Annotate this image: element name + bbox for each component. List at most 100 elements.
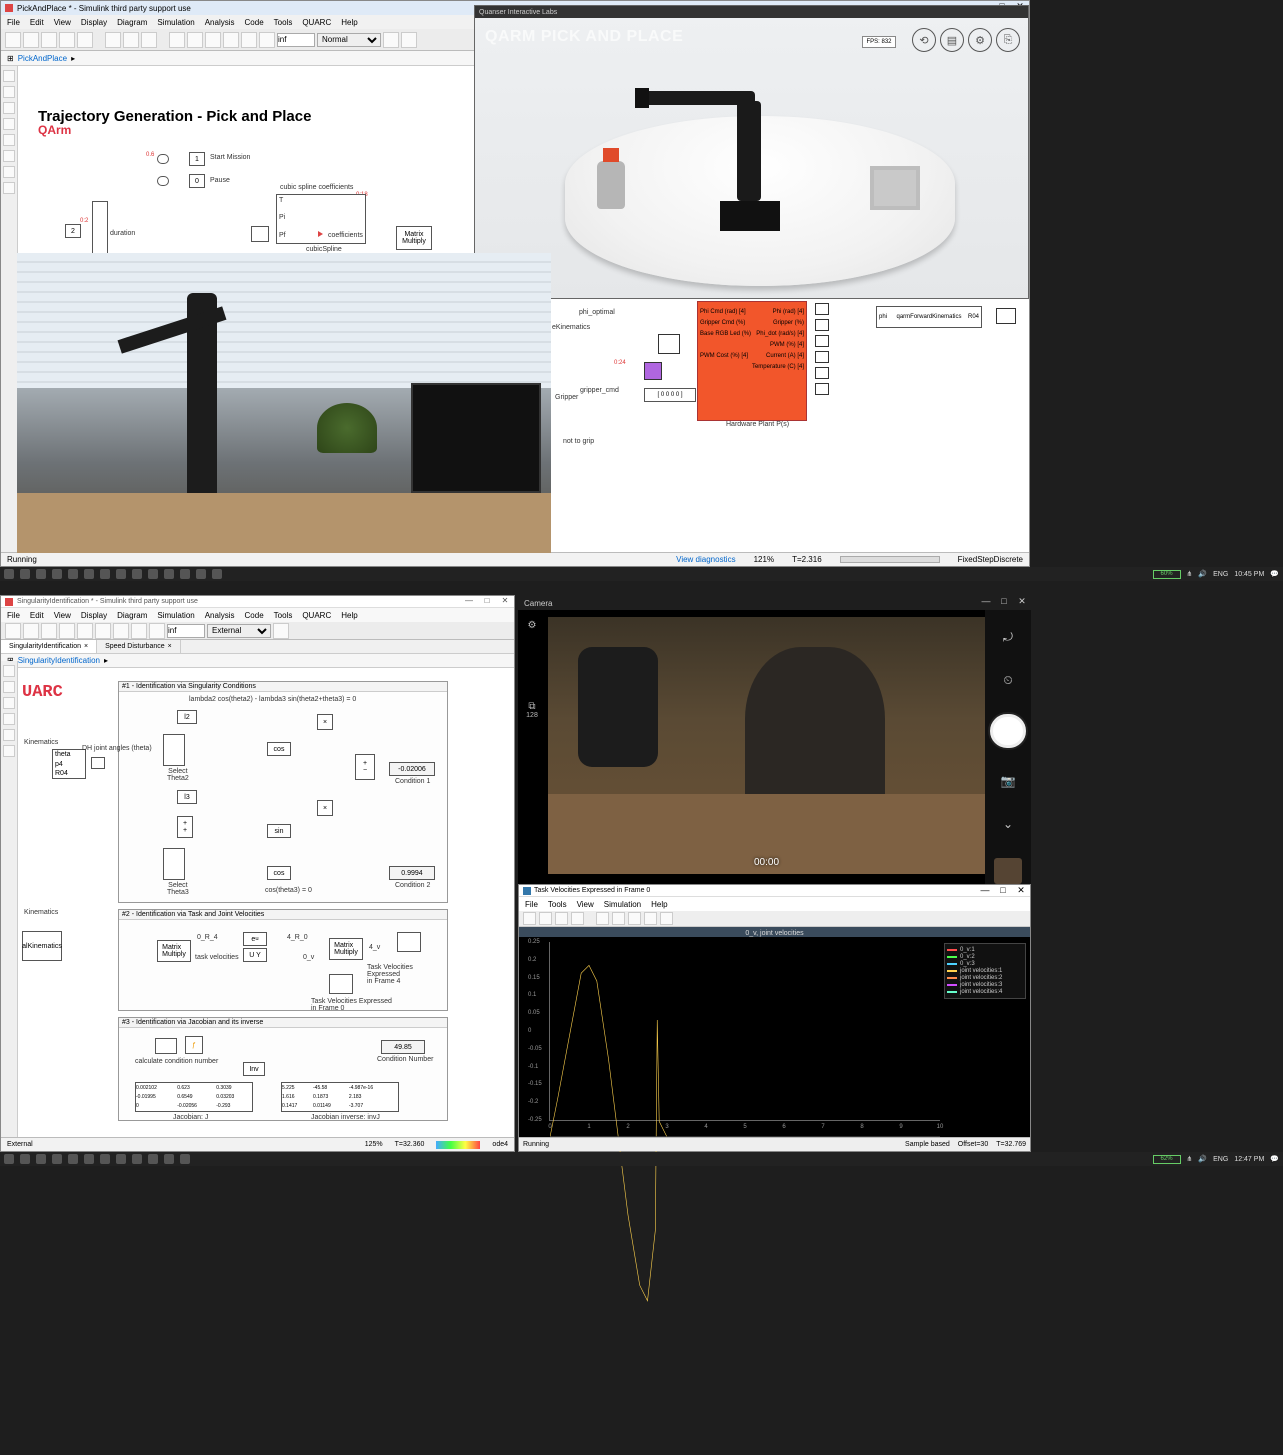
hide-pane-icon[interactable]: ⊞ (7, 54, 14, 63)
lang-badge[interactable]: ENG (1213, 1156, 1228, 1163)
annotate-icon[interactable] (3, 713, 15, 725)
menu-edit[interactable]: Edit (30, 18, 44, 27)
legend[interactable]: 0_v:10_v:20_v:3joint velocities:1joint v… (944, 943, 1026, 999)
menu-diagram[interactable]: Diagram (117, 18, 147, 27)
hardware-plant-block[interactable]: Phi Cmd (rad) [4]Phi (rad) [4] Gripper C… (697, 301, 807, 421)
title-bar[interactable]: SingularityIdentification * - Simulink t… (1, 596, 514, 608)
manual-switch-2[interactable] (157, 176, 169, 186)
book-icon[interactable]: ▤ (940, 28, 964, 52)
back-button[interactable] (41, 623, 57, 639)
close-icon[interactable]: ✕ (1015, 596, 1029, 607)
menu-simulation[interactable]: Simulation (157, 18, 194, 27)
display-cond2[interactable]: 0.9994 (389, 866, 435, 880)
app-icon-5[interactable] (132, 1154, 142, 1164)
menu-analysis[interactable]: Analysis (205, 611, 235, 620)
menu-quarc[interactable]: QUARC (302, 611, 331, 620)
breadcrumb-model[interactable]: PickAndPlace (18, 54, 67, 63)
terminator-1[interactable] (996, 308, 1016, 324)
shutter-button[interactable] (990, 714, 1026, 748)
back-button[interactable] (41, 32, 57, 48)
pause-button[interactable] (205, 32, 221, 48)
gallery-thumbnail[interactable] (994, 858, 1022, 884)
legend-item[interactable]: joint velocities:3 (947, 982, 1023, 988)
forward-kinematics-block[interactable]: phi qarmForwardKinematics R04 (876, 306, 982, 328)
color-block[interactable] (644, 362, 662, 380)
build-button[interactable] (401, 32, 417, 48)
select-theta3[interactable] (163, 848, 185, 880)
library-button[interactable] (105, 32, 121, 48)
menu-tools[interactable]: Tools (548, 900, 567, 909)
app-icon-7[interactable] (164, 1154, 174, 1164)
menu-simulation[interactable]: Simulation (157, 611, 194, 620)
annotate-icon[interactable] (3, 134, 15, 146)
zoom-icon[interactable]: ⧉ (528, 701, 535, 712)
app-icon-2[interactable] (84, 1154, 94, 1164)
legend-item[interactable]: 0_v:1 (947, 947, 1023, 953)
breadcrumb-model[interactable]: SingularityIdentification (18, 656, 100, 665)
step-fwd-button[interactable] (187, 32, 203, 48)
notif-icon[interactable]: 💬 (1270, 570, 1279, 578)
menu-analysis[interactable]: Analysis (205, 18, 235, 27)
app-icon-2[interactable] (84, 569, 94, 579)
explorer-button[interactable] (141, 32, 157, 48)
save-button[interactable] (23, 32, 39, 48)
model-canvas[interactable]: UARC Kinematics theta p4 R04 #1 - Identi… (18, 681, 514, 1137)
model-config-button[interactable] (123, 32, 139, 48)
menu-file[interactable]: File (525, 900, 538, 909)
title-bar[interactable]: Camera — □ ✕ (518, 596, 1031, 610)
sim-mode-select[interactable]: Normal (317, 33, 381, 47)
up-button[interactable] (77, 32, 93, 48)
pan-icon[interactable] (3, 118, 15, 130)
saturation-block[interactable] (658, 334, 680, 354)
app-icon-3[interactable] (100, 569, 110, 579)
select-theta2[interactable] (163, 734, 185, 766)
jacobian-block[interactable] (155, 1038, 177, 1054)
stop-button[interactable] (241, 32, 257, 48)
zoom-out-icon[interactable] (3, 86, 15, 98)
matrix-multiply-block[interactable]: Matrix Multiply (396, 226, 432, 250)
app-icon-3[interactable] (100, 1154, 110, 1164)
maximize-icon[interactable]: □ (996, 885, 1010, 896)
zoomx-button[interactable] (612, 912, 625, 925)
autoscale-button[interactable] (644, 912, 657, 925)
windows-taskbar-top[interactable]: 60% ⋔ 🔊 ENG 10:45 PM 💬 (0, 567, 1283, 581)
jacobian-display[interactable]: 0.0021020.6230.3039 -0.019950.65490.0320… (135, 1082, 253, 1112)
run-button[interactable] (223, 32, 239, 48)
uy-block[interactable]: U Y (243, 948, 267, 962)
menu-view[interactable]: View (54, 18, 71, 27)
start-icon[interactable] (4, 1154, 14, 1164)
display-cond-num[interactable]: 49.85 (381, 1040, 425, 1054)
exit-icon[interactable]: ⎘ (996, 28, 1020, 52)
reload-icon[interactable]: ⟲ (912, 28, 936, 52)
cos-block-2[interactable]: cos (267, 866, 291, 880)
out-gripper[interactable] (815, 319, 829, 331)
close-icon[interactable]: ✕ (1014, 885, 1028, 896)
menu-tools[interactable]: Tools (274, 18, 293, 27)
switch-camera-icon[interactable]: ⤾ (998, 628, 1018, 647)
battery-badge[interactable]: 62% (1153, 1155, 1181, 1164)
stop-button[interactable] (149, 623, 165, 639)
menu-display[interactable]: Display (81, 611, 107, 620)
taskview-icon[interactable] (52, 1154, 62, 1164)
app-icon-1[interactable] (68, 569, 78, 579)
viewmark-icon[interactable] (3, 729, 15, 741)
tab-singularity[interactable]: SingularityIdentification× (1, 640, 97, 653)
menu-code[interactable]: Code (245, 18, 264, 27)
zoom-in-icon[interactable] (3, 665, 15, 677)
gear-icon[interactable]: ⚙ (968, 28, 992, 52)
menu-file[interactable]: File (7, 18, 20, 27)
settings-icon[interactable]: ⚙ (528, 620, 537, 631)
up-button[interactable] (77, 623, 93, 639)
cortana-icon[interactable] (36, 1154, 46, 1164)
app-icon-4[interactable] (116, 1154, 126, 1164)
qarm-3d-viewer[interactable]: Quanser Interactive Labs QARM PICK AND P… (474, 5, 1029, 299)
legend-item[interactable]: joint velocities:2 (947, 975, 1023, 981)
fit-icon[interactable] (3, 102, 15, 114)
zoom-in-icon[interactable] (3, 70, 15, 82)
image-insert-icon[interactable] (3, 166, 15, 178)
close-tab-icon[interactable]: × (84, 643, 88, 650)
new-button[interactable] (5, 32, 21, 48)
app-icon-5[interactable] (132, 569, 142, 579)
wifi-icon[interactable]: ⋔ (1187, 570, 1193, 578)
legend-item[interactable]: 0_v:2 (947, 954, 1023, 960)
